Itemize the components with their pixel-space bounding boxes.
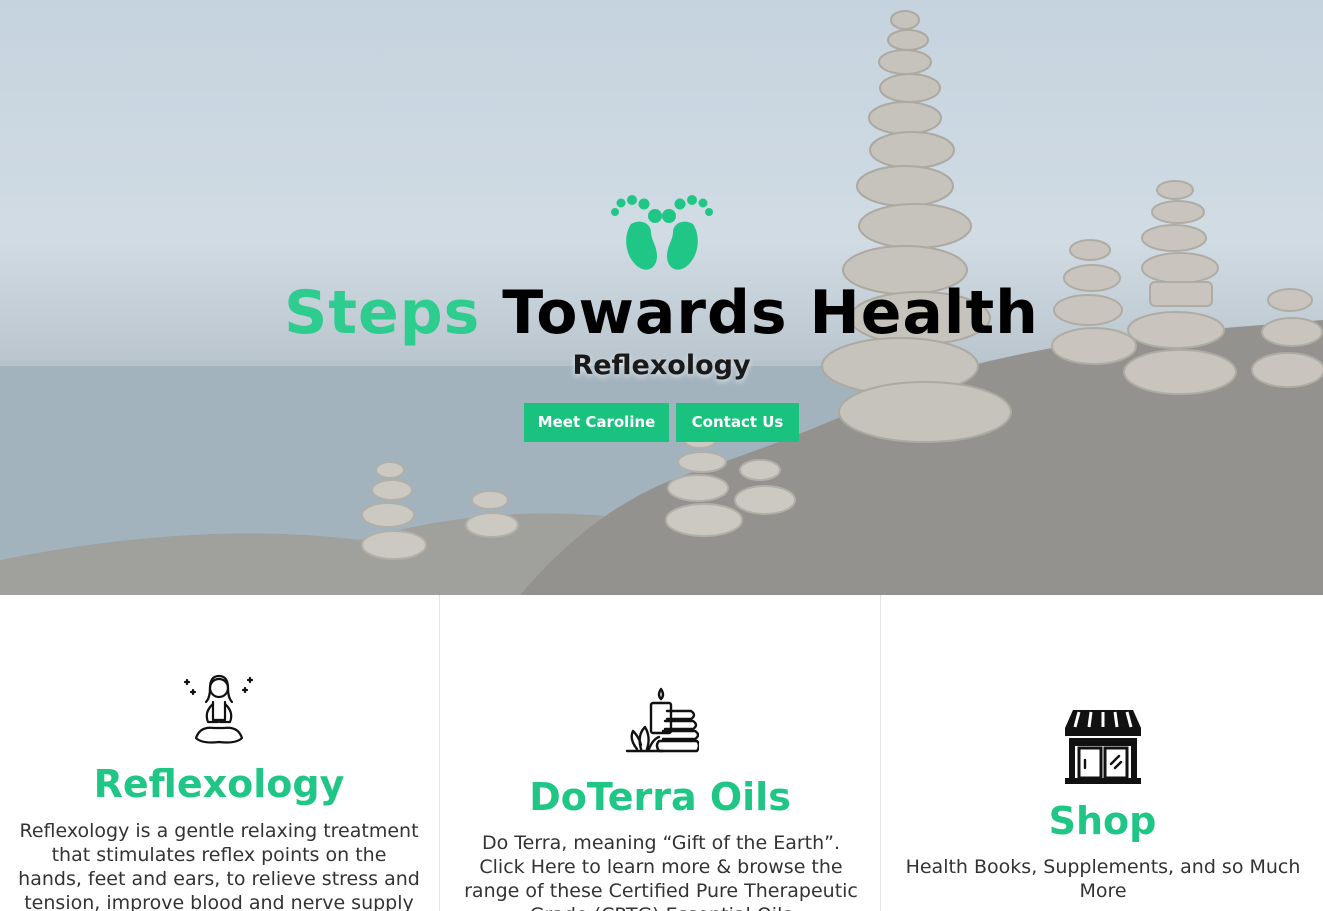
feature-card-reflexology[interactable]: Reflexology Reflexology is a gentle rela…: [0, 595, 438, 911]
meet-caroline-button[interactable]: Meet Caroline: [524, 403, 669, 442]
contact-us-button[interactable]: Contact Us: [676, 403, 799, 442]
storefront-icon: [1065, 710, 1141, 784]
feature-text-doterra: Do Terra, meaning “Gift of the Earth”. C…: [464, 832, 858, 911]
hero-content: Steps Towards Health Reflexology Meet Ca…: [0, 0, 1323, 595]
site-title-accent: Steps: [284, 278, 481, 348]
feature-text-reflexology: Reflexology is a gentle relaxing treatme…: [18, 820, 420, 911]
meditation-woman-icon: [183, 674, 254, 744]
feature-text-shop: Health Books, Supplements, and so Much M…: [905, 856, 1301, 902]
feature-title-reflexology[interactable]: Reflexology: [0, 762, 438, 806]
spa-candle-stones-icon: [625, 687, 699, 753]
site-title-main: Towards Health: [502, 278, 1039, 348]
site-subtitle: Reflexology: [572, 350, 751, 381]
feature-title-shop[interactable]: Shop: [882, 799, 1323, 843]
site-title: Steps Towards Health: [0, 278, 1323, 348]
hero-section: Steps Towards Health Reflexology Meet Ca…: [0, 0, 1323, 595]
footprints-icon: [611, 195, 713, 270]
features-section: Reflexology Reflexology is a gentle rela…: [0, 595, 1323, 911]
feature-card-shop[interactable]: Shop Health Books, Supplements, and so M…: [882, 595, 1323, 911]
feature-title-doterra[interactable]: DoTerra Oils: [440, 775, 880, 819]
feature-card-doterra[interactable]: DoTerra Oils Do Terra, meaning “Gift of …: [439, 595, 881, 911]
